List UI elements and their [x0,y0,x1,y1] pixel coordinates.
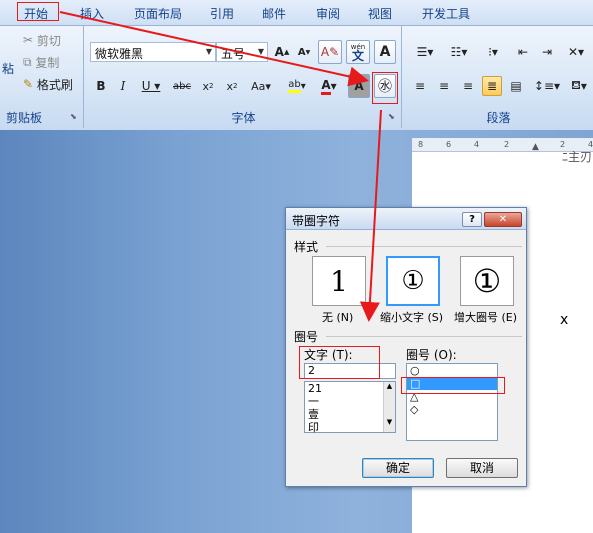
arrow-button-to-dialog [359,109,382,322]
annotation-arrows [59,11,382,322]
arrow-home-to-button [59,11,369,87]
